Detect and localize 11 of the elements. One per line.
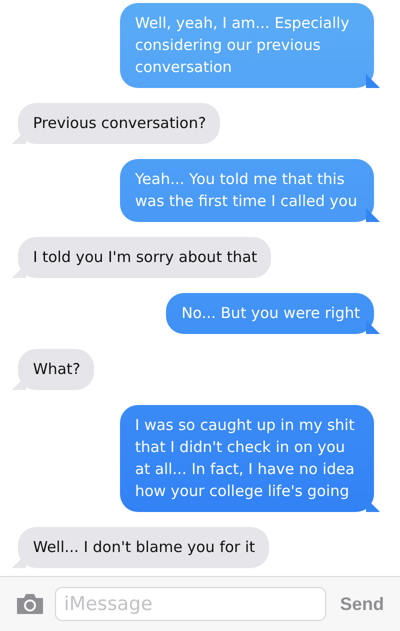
sent-message-bubble: Well, yeah, I am... Especially considering our previous conversation [120, 3, 380, 88]
sent-message-bubble: No... But you were right [166, 293, 380, 334]
received-message-bubble: I told you I'm sorry about that [12, 237, 272, 278]
received-message-bubble: Previous conversation? [12, 103, 220, 144]
received-message-bubble: What? [12, 349, 94, 390]
received-message-bubble: Well... I don't blame you for it [12, 527, 270, 568]
send-button[interactable]: Send [336, 594, 388, 614]
message-input-field[interactable]: iMessage [55, 587, 326, 621]
sent-message-bubble: Yeah... You told me that this was the first time I called you [120, 159, 380, 222]
camera-icon[interactable] [15, 592, 45, 616]
sent-message-bubble: I was so caught up in my shit that I didn't check in on you at all... In fact, I have no idea how your college life's going [120, 405, 380, 512]
